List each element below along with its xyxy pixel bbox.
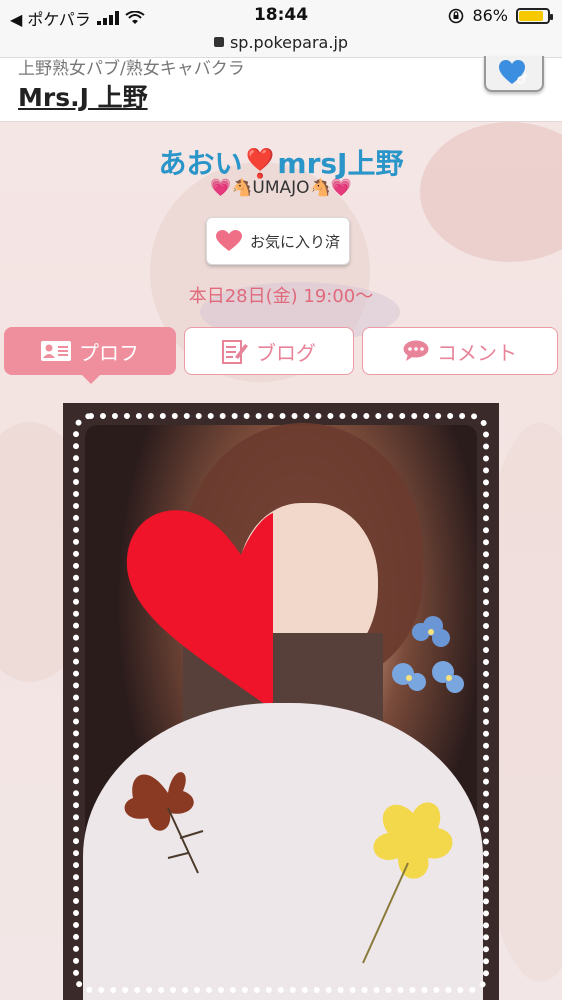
lock-icon bbox=[213, 36, 224, 47]
tab-blog[interactable]: ブログ bbox=[184, 327, 354, 375]
blog-edit-icon bbox=[222, 340, 248, 364]
cast-name-first: あおい bbox=[158, 147, 243, 180]
heart-male-icon bbox=[499, 60, 527, 84]
tab-comment[interactable]: コメント bbox=[362, 327, 558, 375]
tab-blog-label: ブログ bbox=[256, 340, 316, 365]
battery-percent: 86% bbox=[472, 6, 508, 25]
favorite-button[interactable]: お気に入り済 bbox=[206, 217, 350, 265]
cast-tagline: 💗🐴UMAJO🐴💗 bbox=[210, 178, 352, 198]
photo-frame bbox=[73, 413, 489, 993]
profile-card-icon bbox=[41, 341, 71, 361]
cast-name-shop: mrsJ上野 bbox=[277, 147, 404, 180]
tab-profile-label: プロフ bbox=[79, 340, 139, 365]
shop-name-link[interactable]: Mrs.J 上野 bbox=[18, 78, 148, 114]
battery-level bbox=[519, 10, 544, 21]
battery-icon bbox=[516, 7, 553, 24]
profile-tabs: プロフ ブログ コメント bbox=[4, 327, 558, 384]
favorite-shop-button[interactable] bbox=[484, 56, 544, 92]
cast-name: あおい❣️mrsJ上野 bbox=[0, 142, 562, 182]
cast-name-mark: ❣️ bbox=[242, 147, 278, 180]
url-text: sp.pokepara.jp bbox=[229, 33, 349, 52]
comment-bubble-icon bbox=[403, 340, 429, 361]
profile-main: あおい❣️mrsJ上野 💗🐴UMAJO🐴💗 お気に入り済 本日28日(金) 19… bbox=[0, 122, 562, 1000]
tab-profile[interactable]: プロフ bbox=[4, 327, 176, 384]
shop-header: 上野熟女パブ/熟女キャバクラ Mrs.J 上野 bbox=[0, 56, 562, 122]
schedule-text: 本日28日(金) 19:00〜 bbox=[188, 286, 374, 307]
orientation-lock-icon bbox=[449, 8, 464, 23]
tab-comment-label: コメント bbox=[437, 340, 517, 365]
favorite-label: お気に入り済 bbox=[249, 232, 340, 251]
status-bar: ◀ ポケパラ 18:44 86% bbox=[0, 0, 562, 32]
heart-icon bbox=[215, 230, 242, 251]
shop-category: 上野熟女パブ/熟女キャバクラ bbox=[18, 59, 245, 79]
cast-photo[interactable] bbox=[63, 403, 499, 1000]
